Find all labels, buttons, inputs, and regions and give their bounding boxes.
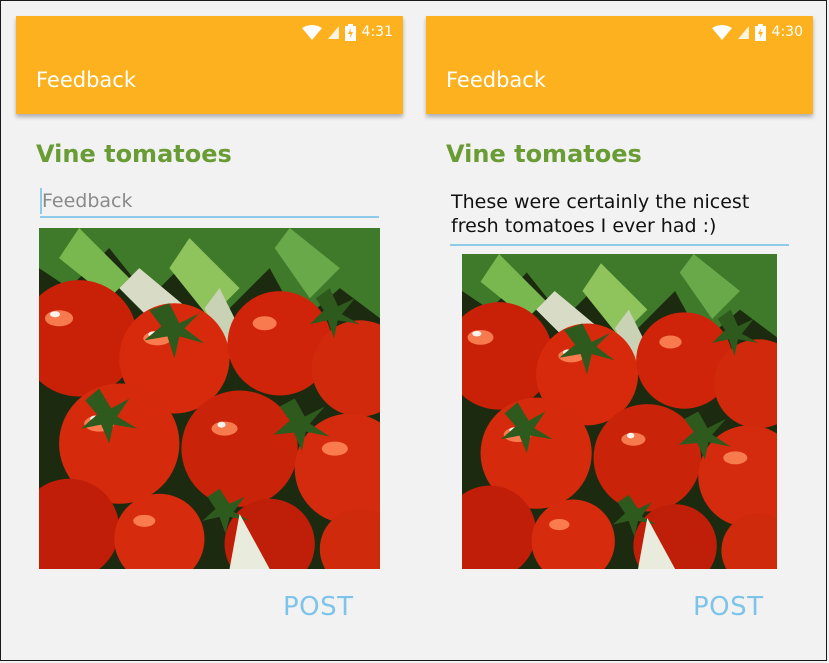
text-cursor [40,188,42,214]
battery-charging-icon [754,23,766,41]
app-bar-title: Feedback [36,68,137,92]
battery-charging-icon [344,23,356,41]
product-title: Vine tomatoes [446,140,642,168]
wifi-icon [711,24,732,40]
clock: 4:30 [771,24,803,40]
clock: 4:31 [361,24,393,40]
cell-signal-icon [737,25,749,39]
product-title: Vine tomatoes [36,140,232,168]
post-button[interactable]: POST [693,592,764,622]
app-bar-title: Feedback [446,68,547,92]
feedback-input[interactable]: Feedback [40,188,379,218]
feedback-text: These were certainly the nicest fresh to… [451,191,750,237]
app-bar: 4:30 Feedback [426,16,813,114]
product-photo [462,254,777,569]
post-button[interactable]: POST [283,592,354,622]
app-bar: 4:31 Feedback [16,16,403,114]
feedback-placeholder: Feedback [42,190,133,212]
feedback-input[interactable]: These were certainly the nicest fresh to… [450,190,789,246]
phone-screen-right: 4:30 Feedback Vine tomatoes These were c… [426,16,813,646]
status-bar: 4:30 [711,23,803,41]
phone-screen-left: 4:31 Feedback Vine tomatoes Feedback POS… [16,16,403,646]
cell-signal-icon [327,25,339,39]
product-photo [39,228,380,569]
status-bar: 4:31 [301,23,393,41]
wifi-icon [301,24,322,40]
